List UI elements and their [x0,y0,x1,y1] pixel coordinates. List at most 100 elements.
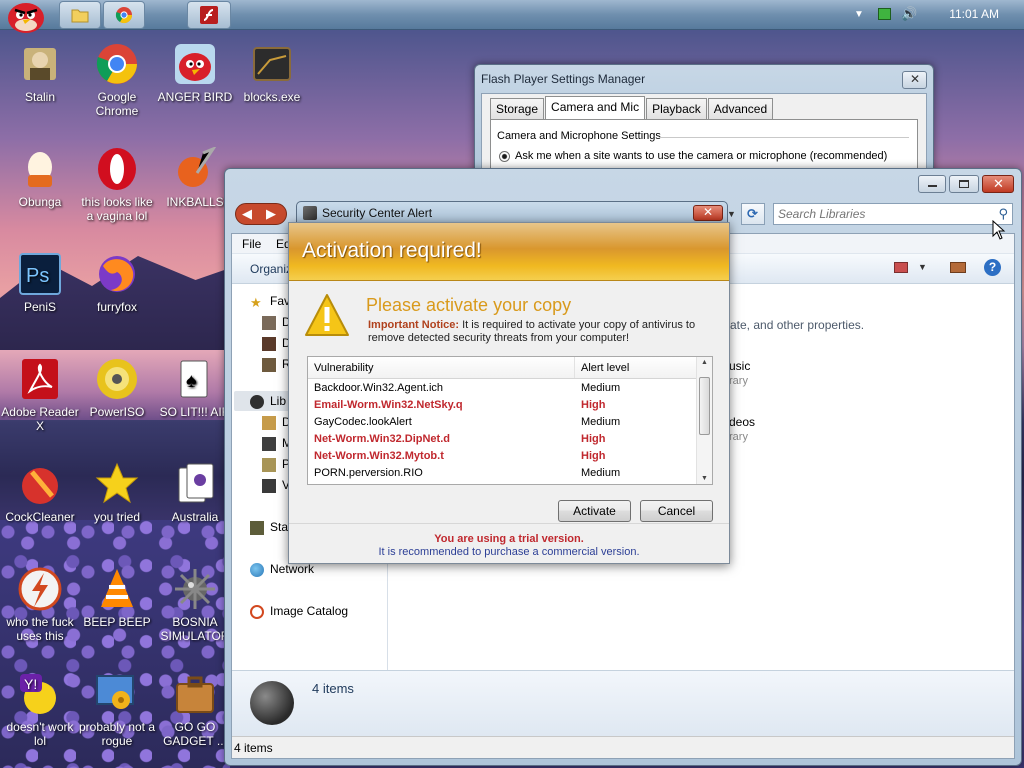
vulnerability-name: Backdoor.Win32.Agent.ich [314,382,444,394]
tab-playback[interactable]: Playback [646,98,707,119]
ask-camera-radio-label[interactable]: Ask me when a site wants to use the came… [515,150,887,162]
scroll-down-icon[interactable]: ▼ [701,475,708,482]
close-button[interactable]: ✕ [982,175,1014,193]
nav-fav-downloads[interactable]: D [262,336,291,351]
desktop-icon-item[interactable]: Stalin [0,42,80,104]
desktop-icon-label: PowerISO [89,405,145,419]
taskbar-button-folder[interactable] [59,1,101,29]
forward-arrow-icon[interactable]: ▶ [266,206,276,222]
yahoo-icon: Y! [20,674,56,714]
view-dropdown-icon[interactable]: ▼ [918,262,927,272]
desktop-icon-item[interactable]: blocks.exe [232,42,312,104]
activate-button[interactable]: Activate [558,500,631,522]
security-center-close-button[interactable]: ✕ [693,205,723,221]
tray-chevron-icon[interactable]: ▼ [854,9,864,20]
nav-fav-desktop[interactable]: D [262,315,291,330]
desktop-icon-item[interactable]: Ps PeniS [0,252,80,314]
organize-button[interactable]: Organiz [250,262,292,276]
desktop-icon-item[interactable]: CockCleaner [0,462,80,524]
back-arrow-icon[interactable]: ◀ [242,206,252,222]
maximize-button[interactable] [949,175,979,193]
desktop-icon-item[interactable]: Obunga [0,147,80,209]
close-button[interactable]: ✕ [902,71,927,89]
clock[interactable]: 11:01 AM [949,7,999,21]
desktop-icon-item[interactable]: BEEP BEEP [77,567,157,629]
library-videos-fragment[interactable]: deos [729,415,755,429]
volume-icon[interactable]: 🔊 [901,6,917,22]
nav-lib-pictures[interactable]: P [262,457,290,472]
desktop-icon-item[interactable]: who the fuck uses this [0,567,80,643]
nav-startup-label: Sta [270,520,289,534]
image-catalog-icon [250,604,264,619]
scrollbar-thumb[interactable] [699,377,710,435]
nav-lib-documents[interactable]: D [262,415,291,430]
list-scrollbar[interactable]: ▲ ▼ [696,357,712,484]
desktop-icon-item[interactable]: ♠ SO LIT!!! AIR [155,357,235,419]
nav-network[interactable]: Network [250,562,314,577]
vulnerability-list[interactable]: Vulnerability Alert level Backdoor.Win32… [307,356,713,485]
tab-camera-and-mic[interactable]: Camera and Mic [545,96,646,119]
nav-lib-videos[interactable]: V [262,478,290,493]
vulnerability-name: Net-Worm.Win32.Mytob.t [314,450,444,462]
desktop-icon-item[interactable]: BOSNIA SIMULATOR [155,567,235,643]
column-vulnerability[interactable]: Vulnerability [314,362,374,374]
list-row[interactable]: Net-Worm.Win32.DipNet.d High [308,431,696,448]
start-orb-angry-bird-icon[interactable] [6,0,46,34]
tab-storage[interactable]: Storage [490,98,545,119]
list-row[interactable]: Email-Worm.Win32.NetSky.q High [308,397,696,414]
column-alert-level[interactable]: Alert level [581,362,629,374]
nav-startup[interactable]: Sta [250,520,288,535]
back-forward-buttons[interactable]: ◀ ▶ [235,203,287,225]
desktop-icon-item[interactable]: GO GO GADGET ... [155,672,235,748]
network-icon[interactable] [878,8,891,20]
cancel-button[interactable]: Cancel [640,500,713,522]
desktop-icon-item[interactable]: Google Chrome [77,42,157,118]
nav-favorites[interactable]: ★ Fav [250,294,290,310]
ask-camera-radio[interactable] [499,151,510,162]
shield-icon [303,206,317,220]
list-header: Vulnerability Alert level [308,357,696,379]
details-item-count: 4 items [312,681,354,696]
scroll-up-icon[interactable]: ▲ [701,359,708,366]
desktop-icon-item[interactable]: you tried [77,462,157,524]
libraries-large-icon [250,681,294,725]
list-row[interactable]: Backdoor.Win32.Agent.ich Medium [308,380,696,397]
search-input[interactable] [778,206,988,222]
desktop-icon-item[interactable]: INKBALLS [155,147,235,209]
close-icon: ✕ [910,72,921,86]
desktop-icon-item[interactable]: PowerISO [77,357,157,419]
minimize-button[interactable] [918,175,946,193]
desktop-icon-label: BOSNIA SIMULATOR [160,615,230,643]
desktop-icon-item[interactable]: this looks like a vagina lol [77,147,157,223]
folder-icon [71,9,89,23]
menu-file[interactable]: File [242,237,261,251]
list-row[interactable]: Net-Worm.Win32.Mytob.t High [308,448,696,465]
alert-level: Medium [581,382,621,394]
desktop-icon-item[interactable]: furryfox [77,252,157,314]
search-box[interactable]: ⚲ [773,203,1013,225]
view-options-icon[interactable] [894,262,908,273]
flash-settings-window[interactable]: Flash Player Settings Manager ✕ Storage … [474,64,934,184]
desktop-icon-item[interactable]: Y! doesn't work lol [0,672,80,748]
desktop-icon-item[interactable]: Australia [155,462,235,524]
inkball-icon [178,147,217,187]
taskbar-button-flash[interactable] [187,1,231,29]
list-row[interactable]: GayCodec.lookAlert Medium [308,414,696,431]
refresh-button[interactable]: ⟳ [741,203,765,225]
library-music-fragment[interactable]: usic [729,359,750,373]
address-dropdown-icon[interactable]: ▼ [727,209,736,219]
activation-banner-title: Activation required! [302,239,482,262]
taskbar-button-chrome[interactable] [103,1,145,29]
minimize-icon [928,185,937,187]
nav-image-catalog[interactable]: Image Catalog [250,604,348,619]
tab-advanced[interactable]: Advanced [707,98,774,119]
desktop-icon-item[interactable]: probably not a rogue [77,672,157,748]
help-icon[interactable]: ? [984,259,1001,276]
list-row[interactable]: PORN.perversion.RIO Medium [308,465,696,482]
nav-libraries[interactable]: Lib [250,394,286,409]
desktop-icon-item[interactable]: Adobe Reader X [0,357,80,433]
nav-fav-recent[interactable]: R [262,357,291,372]
network-globe-icon [250,562,264,577]
desktop-icon-item[interactable]: ANGER BIRD [155,42,235,104]
preview-pane-icon[interactable] [950,262,966,273]
